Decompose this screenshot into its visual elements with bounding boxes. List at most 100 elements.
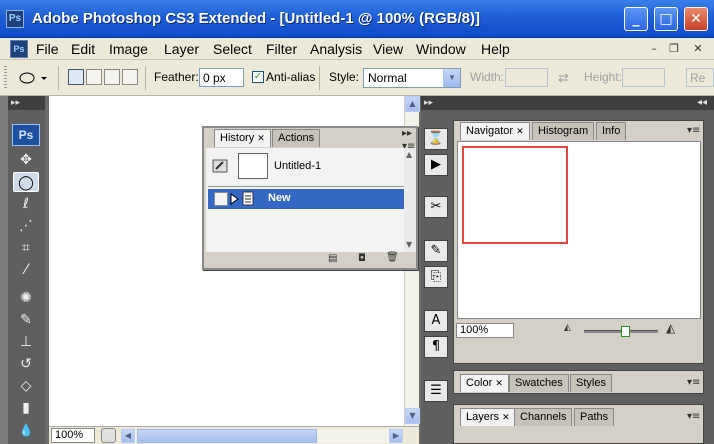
tab-actions[interactable]: Actions	[272, 129, 321, 147]
scroll-down-button[interactable]: ▼	[405, 408, 420, 424]
tab-layers[interactable]: Layers ✕	[460, 408, 516, 426]
gradient-tool-icon[interactable]: ▮	[13, 398, 39, 418]
marquee-preset-icon[interactable]	[18, 71, 48, 85]
clone-source-dock-icon[interactable]: ⎘	[424, 266, 448, 288]
panel-collapse-icon[interactable]: ▸▸	[402, 128, 412, 139]
tab-history[interactable]: History ✕	[214, 129, 271, 147]
crop-tool-icon[interactable]: ⌗	[13, 238, 39, 258]
menu-edit[interactable]: Edit	[71, 41, 95, 57]
history-source-box[interactable]	[214, 192, 228, 206]
lasso-tool-icon[interactable]: ℓ	[13, 194, 39, 214]
history-state-row[interactable]: New	[208, 189, 404, 209]
close-icon[interactable]: ✕	[502, 412, 510, 422]
doc-restore-button[interactable]: ❐	[666, 42, 682, 56]
magic-wand-tool-icon[interactable]: ⋰	[13, 216, 39, 236]
navigator-view-box[interactable]	[462, 146, 568, 244]
history-brush-source-icon[interactable]	[212, 159, 228, 173]
menu-select[interactable]: Select	[213, 41, 252, 57]
history-snapshot-row[interactable]: Untitled-1	[208, 151, 404, 183]
trash-icon[interactable]: 🗑	[386, 252, 399, 263]
subtract-selection-icon[interactable]	[104, 69, 120, 85]
menu-window[interactable]: Window	[416, 41, 466, 57]
close-icon[interactable]: ✕	[257, 133, 265, 143]
scroll-up-icon[interactable]: ▲	[406, 150, 412, 159]
close-icon[interactable]: ✕	[516, 126, 524, 136]
tab-styles[interactable]: Styles	[570, 374, 612, 392]
app-icon[interactable]: Ps	[6, 10, 24, 28]
tab-navigator[interactable]: Navigator ✕	[460, 122, 530, 140]
new-snapshot-icon[interactable]: ◘	[358, 253, 366, 264]
layer-comps-dock-icon[interactable]: ☰	[424, 380, 448, 402]
style-dropdown[interactable]: Normal ▼	[363, 68, 461, 88]
doc-minimize-button[interactable]: –	[646, 42, 662, 56]
menu-image[interactable]: Image	[109, 41, 148, 57]
minimize-button[interactable]: _	[624, 7, 648, 31]
zoom-in-icon[interactable]: ◭	[666, 321, 675, 335]
antialias-checkbox[interactable]: ✓	[252, 71, 264, 83]
brushes-dock-icon[interactable]: ✎	[424, 240, 448, 262]
new-selection-icon[interactable]	[68, 69, 84, 85]
swap-icon[interactable]: ⇄	[558, 70, 569, 86]
dock-collapse-icon[interactable]: ▸▸	[421, 96, 451, 110]
canvas-horizontal-scrollbar[interactable]: ◀ ▶	[121, 429, 403, 443]
intersect-selection-icon[interactable]	[122, 69, 138, 85]
options-grip[interactable]	[4, 66, 7, 90]
zoom-slider-handle[interactable]	[620, 326, 630, 337]
history-scrollbar[interactable]: ▲ ▼	[404, 148, 416, 252]
blur-tool-icon[interactable]: 💧	[13, 420, 39, 440]
menu-view[interactable]: View	[373, 41, 403, 57]
character-dock-icon[interactable]: A	[424, 310, 448, 332]
dock-expand-icon[interactable]: ◂◂	[697, 97, 707, 108]
menu-help[interactable]: Help	[481, 41, 510, 57]
zoom-out-icon[interactable]: ◭	[564, 323, 571, 333]
feather-input[interactable]: 0 px	[199, 68, 244, 87]
height-input[interactable]	[622, 68, 665, 87]
width-input[interactable]	[505, 68, 548, 87]
navigator-zoom-slider[interactable]	[584, 326, 658, 337]
clone-stamp-tool-icon[interactable]: ⊥	[13, 332, 39, 352]
eraser-tool-icon[interactable]: ◇	[13, 376, 39, 396]
scroll-down-icon[interactable]: ▼	[406, 240, 412, 249]
history-brush-tool-icon[interactable]: ↺	[13, 354, 39, 374]
status-info-button[interactable]	[101, 428, 116, 443]
slice-tool-icon[interactable]: ⁄	[13, 260, 39, 280]
marquee-tool-icon[interactable]: ◯	[13, 172, 39, 192]
panel-menu-icon[interactable]: ▾≡	[687, 125, 700, 136]
scroll-left-button[interactable]: ◀	[121, 429, 135, 443]
refine-edge-button[interactable]: Re	[686, 68, 714, 87]
document-icon[interactable]: Ps	[10, 40, 28, 58]
scroll-right-button[interactable]: ▶	[389, 429, 403, 443]
new-document-from-state-icon[interactable]: ▤	[328, 253, 337, 264]
doc-close-button[interactable]: ✕	[690, 42, 706, 56]
toolbox-collapse-icon[interactable]: ▸▸	[8, 96, 45, 110]
tab-info[interactable]: Info	[596, 122, 627, 140]
add-selection-icon[interactable]	[86, 69, 102, 85]
tab-color[interactable]: Color ✕	[460, 374, 509, 392]
close-button[interactable]: ✕	[684, 7, 708, 31]
move-tool-icon[interactable]: ✥	[13, 150, 39, 170]
navigator-preview[interactable]	[457, 141, 701, 319]
navigator-zoom-field[interactable]: 100%	[456, 323, 514, 338]
menu-layer[interactable]: Layer	[164, 41, 199, 57]
scroll-up-button[interactable]: ▲	[405, 96, 420, 112]
toolbox-logo[interactable]: Ps	[12, 124, 40, 146]
tab-paths[interactable]: Paths	[574, 408, 615, 426]
tab-histogram[interactable]: Histogram	[532, 122, 595, 140]
menu-filter[interactable]: Filter	[266, 41, 297, 57]
tab-channels[interactable]: Channels	[514, 408, 573, 426]
tool-presets-dock-icon[interactable]: ✂	[424, 196, 448, 218]
status-zoom-field[interactable]: 100%	[51, 428, 95, 443]
actions-dock-icon[interactable]: ▶	[424, 154, 448, 176]
brush-tool-icon[interactable]: ✎	[13, 310, 39, 330]
menu-file[interactable]: File	[36, 41, 59, 57]
close-icon[interactable]: ✕	[495, 378, 503, 388]
paragraph-dock-icon[interactable]: ¶	[424, 336, 448, 358]
maximize-button[interactable]: □	[654, 7, 678, 31]
healing-tool-icon[interactable]: ✺	[13, 288, 39, 308]
horizontal-scroll-thumb[interactable]	[137, 429, 317, 443]
panel-menu-icon[interactable]: ▾≡	[687, 377, 700, 388]
chevron-down-icon[interactable]: ▼	[443, 69, 460, 87]
tab-swatches[interactable]: Swatches	[509, 374, 569, 392]
history-dock-icon[interactable]: ⌛	[424, 128, 448, 150]
menu-analysis[interactable]: Analysis	[310, 41, 362, 57]
